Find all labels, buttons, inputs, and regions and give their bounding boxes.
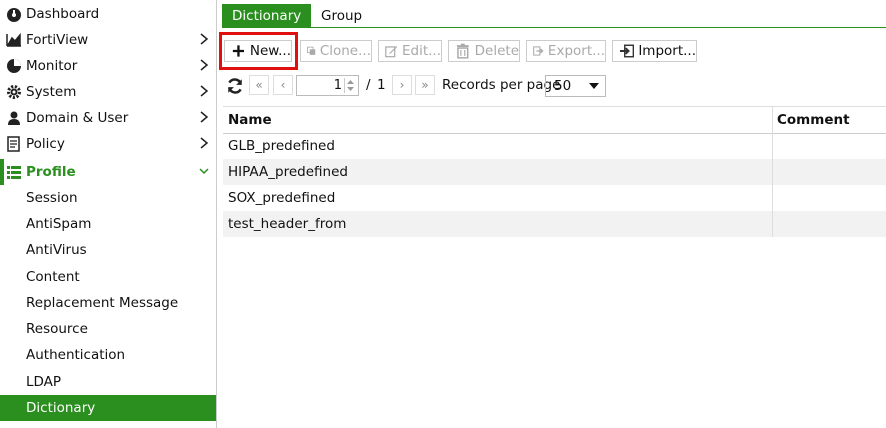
prev-page-button[interactable]: ‹: [273, 75, 293, 95]
sidebar-subitem-resource[interactable]: Resource: [0, 316, 216, 342]
sidebar-item-label: Dashboard: [26, 6, 100, 22]
edit-button-label: Edit...: [401, 43, 441, 59]
tab-group[interactable]: Group: [311, 4, 372, 28]
clone-button[interactable]: Clone...: [300, 40, 372, 62]
import-icon: [619, 44, 635, 58]
table-cell-name: SOX_predefined: [228, 190, 336, 206]
stepper-icon[interactable]: [344, 78, 356, 93]
sidebar-subitem-authentication[interactable]: Authentication: [0, 342, 216, 368]
sidebar-subitem-session[interactable]: Session: [0, 185, 216, 211]
sidebar-subitem-antivirus[interactable]: AntiVirus: [0, 237, 216, 263]
export-icon: [533, 46, 544, 56]
table-header: Name Comment: [223, 106, 886, 134]
sidebar-subitem-ldap[interactable]: LDAP: [0, 369, 216, 395]
sidebar-item-label: Domain & User: [26, 110, 129, 126]
page-number-input[interactable]: 1: [296, 75, 359, 96]
total-pages: 1: [377, 77, 386, 93]
clone-button-label: Clone...: [319, 43, 371, 59]
sidebar-item-policy[interactable]: Policy: [0, 131, 216, 157]
table-cell-name: GLB_predefined: [228, 138, 335, 154]
chevron-down-icon: [199, 168, 209, 175]
table-row[interactable]: GLB_predefined: [223, 133, 886, 159]
records-per-page-select[interactable]: 50: [545, 75, 606, 97]
sidebar-item-label: Monitor: [26, 58, 78, 74]
sidebar-subitem-label: Session: [26, 190, 78, 206]
sidebar-subitem-antispam[interactable]: AntiSpam: [0, 211, 216, 237]
sidebar-subitem-dictionary[interactable]: Dictionary: [0, 395, 216, 421]
sidebar-subitem-label: Replacement Message: [26, 295, 179, 311]
sidebar-item-fortiview[interactable]: FortiView: [0, 27, 216, 53]
chevron-right-icon: [200, 33, 209, 45]
sidebar-item-dashboard[interactable]: Dashboard: [0, 1, 216, 27]
delete-button[interactable]: Delete: [448, 40, 520, 62]
table-row[interactable]: SOX_predefined: [223, 185, 886, 211]
sidebar-item-label: System: [26, 84, 77, 100]
sidebar-subitem-replacement-message[interactable]: Replacement Message: [0, 290, 216, 316]
table-row[interactable]: test_header_from: [223, 211, 886, 237]
sidebar-subitem-label: Authentication: [26, 347, 126, 363]
list-icon: [7, 166, 21, 179]
double-chevron-right-icon: »: [421, 78, 429, 92]
sidebar-subitem-label: Resource: [26, 321, 88, 337]
records-per-page-value: 50: [554, 78, 572, 94]
column-divider: [772, 106, 773, 237]
chevron-right-icon: ›: [399, 78, 405, 92]
chevron-right-icon: [200, 111, 209, 123]
sidebar-subitem-label: AntiVirus: [26, 242, 87, 258]
policy-icon: [7, 136, 20, 152]
dropdown-arrow-icon: [589, 83, 599, 89]
column-header-name[interactable]: Name: [228, 112, 272, 128]
sidebar-subitem-label: Content: [26, 269, 80, 285]
sidebar-item-monitor[interactable]: Monitor: [0, 53, 216, 79]
sidebar-subitem-label: LDAP: [26, 374, 62, 390]
table-cell-name: test_header_from: [228, 216, 347, 232]
tab-underline: [222, 27, 886, 28]
monitor-icon: [7, 59, 21, 73]
next-page-button[interactable]: ›: [392, 75, 412, 95]
refresh-icon[interactable]: [226, 77, 244, 95]
dashboard-icon: [7, 8, 21, 22]
edit-button[interactable]: Edit...: [378, 40, 442, 62]
chevron-right-icon: [200, 137, 209, 149]
sidebar-subitem-label: Dictionary: [26, 400, 96, 416]
sidebar-subitem-label: AntiSpam: [26, 216, 92, 232]
user-icon: [8, 111, 20, 125]
export-button-label: Export...: [547, 43, 605, 59]
sidebar-item-system[interactable]: System: [0, 79, 216, 105]
table-row[interactable]: HIPAA_predefined: [223, 159, 886, 185]
new-button-highlight: [219, 32, 298, 70]
edit-icon: [385, 46, 398, 58]
column-header-comment[interactable]: Comment: [777, 112, 850, 128]
chevron-right-icon: [200, 85, 209, 97]
sidebar-item-label: Policy: [26, 136, 65, 152]
export-button[interactable]: Export...: [526, 40, 606, 62]
import-button-label: Import...: [638, 43, 696, 59]
trash-icon: [456, 43, 469, 59]
sidebar-item-label: FortiView: [26, 32, 89, 48]
delete-button-label: Delete: [474, 43, 519, 59]
sidebar-item-profile[interactable]: Profile: [0, 159, 216, 185]
sidebar: Dashboard FortiView Monitor System Domai…: [0, 0, 217, 428]
records-per-page-label: Records per page: [442, 77, 561, 93]
page-number-value: 1: [333, 78, 342, 93]
fortiview-icon: [6, 32, 21, 47]
import-button[interactable]: Import...: [612, 40, 697, 62]
sidebar-item-label: Profile: [26, 164, 76, 180]
double-chevron-left-icon: «: [255, 78, 263, 92]
first-page-button[interactable]: «: [249, 75, 269, 95]
gear-icon: [7, 85, 21, 99]
table-cell-name: HIPAA_predefined: [228, 164, 348, 180]
chevron-right-icon: [200, 59, 209, 71]
page-separator: /: [366, 77, 371, 93]
tab-dictionary[interactable]: Dictionary: [222, 4, 312, 28]
last-page-button[interactable]: »: [415, 75, 435, 95]
sidebar-item-domain-user[interactable]: Domain & User: [0, 105, 216, 131]
sidebar-subitem-content[interactable]: Content: [0, 264, 216, 290]
chevron-left-icon: ‹: [280, 78, 286, 92]
clone-icon: [307, 46, 316, 55]
